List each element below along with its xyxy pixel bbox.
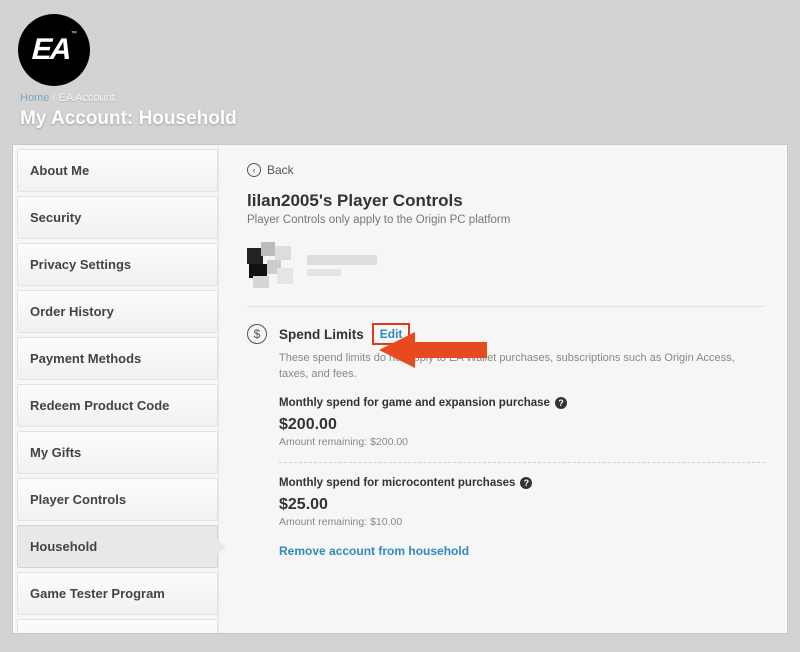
remove-account-link[interactable]: Remove account from household	[279, 544, 469, 558]
micro-spend-label-text: Monthly spend for microcontent purchases	[279, 477, 515, 489]
micro-spend-remaining: Amount remaining: $10.00	[279, 516, 765, 528]
sidebar-item-ea-data[interactable]: Your EA Data	[17, 619, 218, 634]
edit-spend-limits-link[interactable]: Edit	[372, 323, 411, 345]
sidebar: About Me Security Privacy Settings Order…	[13, 145, 219, 633]
spend-limits-section: $ Spend Limits Edit These spend limits d…	[247, 323, 765, 528]
spend-limits-heading: Spend Limits	[279, 327, 364, 342]
ea-logo[interactable]: EA™	[18, 14, 90, 86]
breadcrumb-home-link[interactable]: Home	[20, 92, 49, 104]
sidebar-item-player-controls[interactable]: Player Controls	[17, 478, 218, 521]
profile-row	[247, 242, 765, 288]
micro-spend-amount: $25.00	[279, 496, 765, 514]
player-controls-title: lilan2005's Player Controls	[247, 191, 765, 211]
dollar-icon: $	[247, 324, 267, 344]
breadcrumb-separator: /	[52, 92, 55, 104]
divider	[247, 306, 765, 307]
spend-limits-note: These spend limits do not apply to EA Wa…	[279, 351, 765, 383]
sidebar-item-about-me[interactable]: About Me	[17, 149, 218, 192]
content-area: ‹ Back lilan2005's Player Controls Playe…	[219, 145, 787, 633]
game-spend-remaining: Amount remaining: $200.00	[279, 436, 765, 448]
sidebar-item-privacy-settings[interactable]: Privacy Settings	[17, 243, 218, 286]
game-spend-amount: $200.00	[279, 416, 765, 434]
dotted-divider	[279, 462, 765, 463]
player-controls-subtitle: Player Controls only apply to the Origin…	[247, 214, 765, 226]
ea-logo-text: EA	[31, 33, 70, 67]
help-icon[interactable]: ?	[520, 477, 532, 489]
chevron-left-icon: ‹	[247, 163, 261, 177]
profile-name-placeholder	[307, 255, 377, 276]
sidebar-item-game-tester[interactable]: Game Tester Program	[17, 572, 218, 615]
back-button[interactable]: ‹ Back	[247, 163, 294, 177]
game-spend-label-text: Monthly spend for game and expansion pur…	[279, 397, 550, 409]
back-label: Back	[267, 163, 294, 177]
sidebar-item-redeem-code[interactable]: Redeem Product Code	[17, 384, 218, 427]
sidebar-item-household[interactable]: Household	[17, 525, 218, 568]
trademark-symbol: ™	[71, 31, 77, 37]
breadcrumb: Home / EA Account	[20, 92, 782, 104]
sidebar-item-order-history[interactable]: Order History	[17, 290, 218, 333]
page-title: My Account: Household	[20, 108, 782, 130]
help-icon[interactable]: ?	[555, 397, 567, 409]
sidebar-item-security[interactable]: Security	[17, 196, 218, 239]
breadcrumb-current: EA Account	[59, 92, 115, 104]
main-panel: About Me Security Privacy Settings Order…	[12, 144, 788, 634]
game-spend-label: Monthly spend for game and expansion pur…	[279, 397, 765, 409]
avatar	[247, 242, 293, 288]
sidebar-item-my-gifts[interactable]: My Gifts	[17, 431, 218, 474]
sidebar-item-payment-methods[interactable]: Payment Methods	[17, 337, 218, 380]
header: EA™ Home / EA Account My Account: Househ…	[0, 0, 800, 144]
micro-spend-label: Monthly spend for microcontent purchases…	[279, 477, 765, 489]
